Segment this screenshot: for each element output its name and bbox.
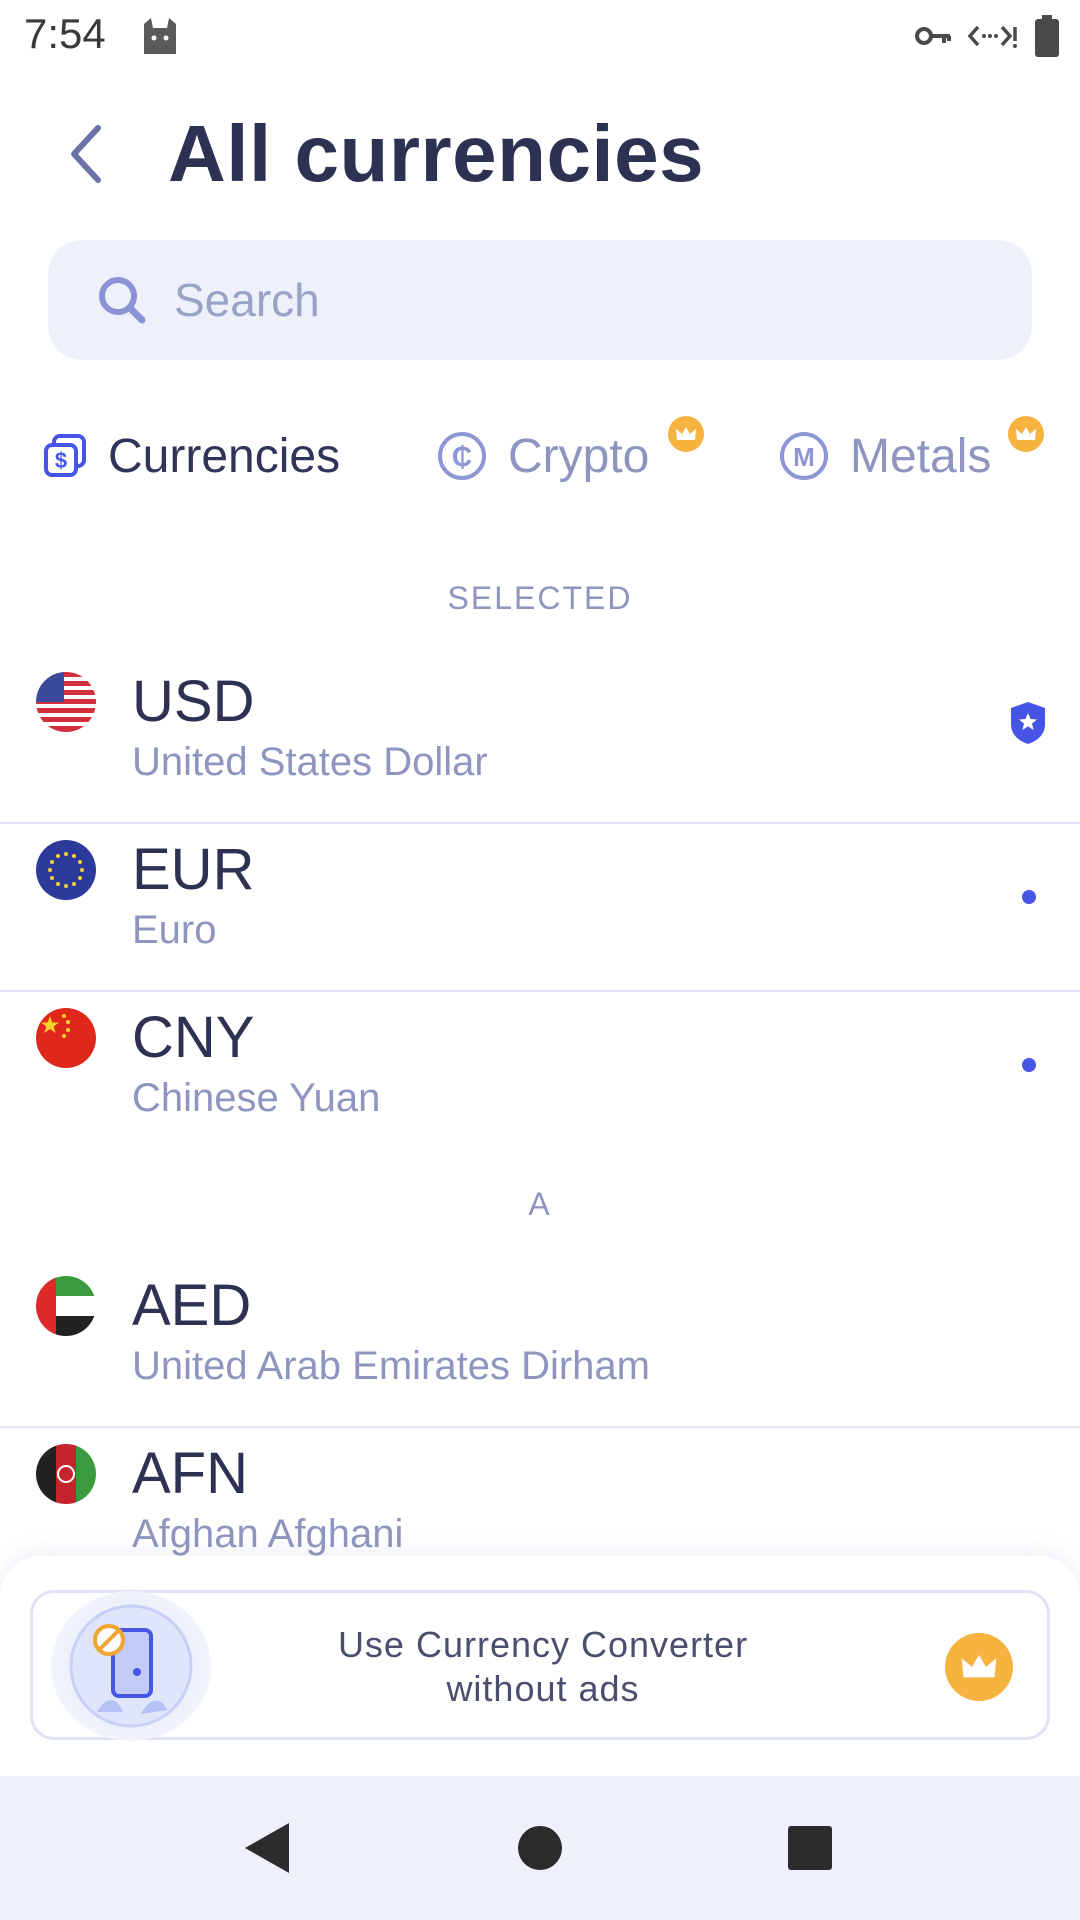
remove-ads-banner[interactable]: Use Currency Converter without ads xyxy=(30,1590,1050,1741)
section-header-selected: SELECTED xyxy=(447,580,633,616)
tab-crypto[interactable]: ₵ Crypto xyxy=(436,416,704,492)
chevron-left-icon xyxy=(71,125,101,183)
currency-row-aed[interactable]: AED United Arab Emirates Dirham xyxy=(0,1260,1080,1428)
tab-metals[interactable]: M Metals xyxy=(778,416,1044,492)
currency-name: United States Dollar xyxy=(132,740,488,784)
nav-home-button[interactable] xyxy=(508,1816,572,1880)
metals-coin-icon: M xyxy=(780,432,828,480)
currency-code: USD xyxy=(132,669,255,734)
triangle-back-icon xyxy=(245,1823,289,1873)
remove-ads-text: Use Currency Converter without ads xyxy=(233,1623,853,1711)
back-button[interactable] xyxy=(50,118,122,190)
no-ads-phone-icon xyxy=(51,1591,211,1741)
premium-crown-icon xyxy=(668,416,704,452)
cat-notification-icon xyxy=(144,18,176,54)
tab-crypto-label: Crypto xyxy=(508,429,650,483)
currencies-tab-icon: $ xyxy=(44,434,86,477)
base-currency-shield-icon xyxy=(1011,702,1045,744)
section-header-a: A xyxy=(528,1186,552,1222)
currency-row-cny[interactable]: CNY Chinese Yuan xyxy=(0,992,1080,1160)
crypto-coin-icon: ₵ xyxy=(438,432,486,480)
premium-crown-button[interactable] xyxy=(945,1633,1013,1701)
vpn-key-icon xyxy=(915,27,951,45)
square-recents-icon xyxy=(788,1826,832,1870)
currency-code: AED xyxy=(132,1273,252,1338)
search-icon xyxy=(99,277,146,324)
crown-icon xyxy=(961,1654,997,1678)
svg-text:$: $ xyxy=(55,448,67,473)
currency-code: EUR xyxy=(132,837,255,902)
tab-metals-label: Metals xyxy=(850,429,992,483)
afghanistan-flag-icon xyxy=(36,1444,96,1504)
status-bar: 7:54 xyxy=(0,0,1080,72)
data-saver-icon xyxy=(968,25,1017,48)
us-flag-icon xyxy=(36,672,96,732)
ad-sheet: Use Currency Converter without ads xyxy=(0,1556,1080,1776)
nav-back-button[interactable] xyxy=(236,1816,300,1880)
page-title: All currencies xyxy=(168,109,705,198)
status-icons xyxy=(914,14,1060,58)
remove-ads-line-1: Use Currency Converter xyxy=(337,1624,749,1665)
remove-ads-line-2: without ads xyxy=(446,1668,640,1709)
currency-name: Afghan Afghani xyxy=(132,1512,404,1556)
premium-crown-icon xyxy=(1008,416,1044,452)
circle-home-icon xyxy=(518,1826,562,1870)
currency-row-eur[interactable]: EUR Euro xyxy=(0,824,1080,992)
eu-flag-icon xyxy=(36,840,96,900)
currency-row-usd[interactable]: USD United States Dollar xyxy=(0,656,1080,824)
search-bar[interactable] xyxy=(48,240,1032,360)
currency-name: Chinese Yuan xyxy=(132,1076,381,1120)
selected-dot-icon xyxy=(1022,890,1036,904)
svg-text:M: M xyxy=(793,442,815,472)
svg-text:₵: ₵ xyxy=(452,441,472,472)
nav-recents-button[interactable] xyxy=(778,1816,842,1880)
tab-currencies[interactable]: $ Currencies xyxy=(42,420,340,492)
uae-flag-icon xyxy=(36,1276,96,1336)
currency-code: AFN xyxy=(132,1441,248,1506)
currency-code: CNY xyxy=(132,1005,255,1070)
currency-name: Euro xyxy=(132,908,217,952)
tab-currencies-label: Currencies xyxy=(108,429,341,483)
system-nav-bar xyxy=(0,1776,1080,1920)
selected-dot-icon xyxy=(1022,1058,1036,1072)
search-input[interactable] xyxy=(174,273,954,327)
china-flag-icon xyxy=(36,1008,96,1068)
battery-icon xyxy=(1035,15,1059,57)
status-time: 7:54 xyxy=(24,10,106,57)
currency-name: United Arab Emirates Dirham xyxy=(132,1344,650,1388)
